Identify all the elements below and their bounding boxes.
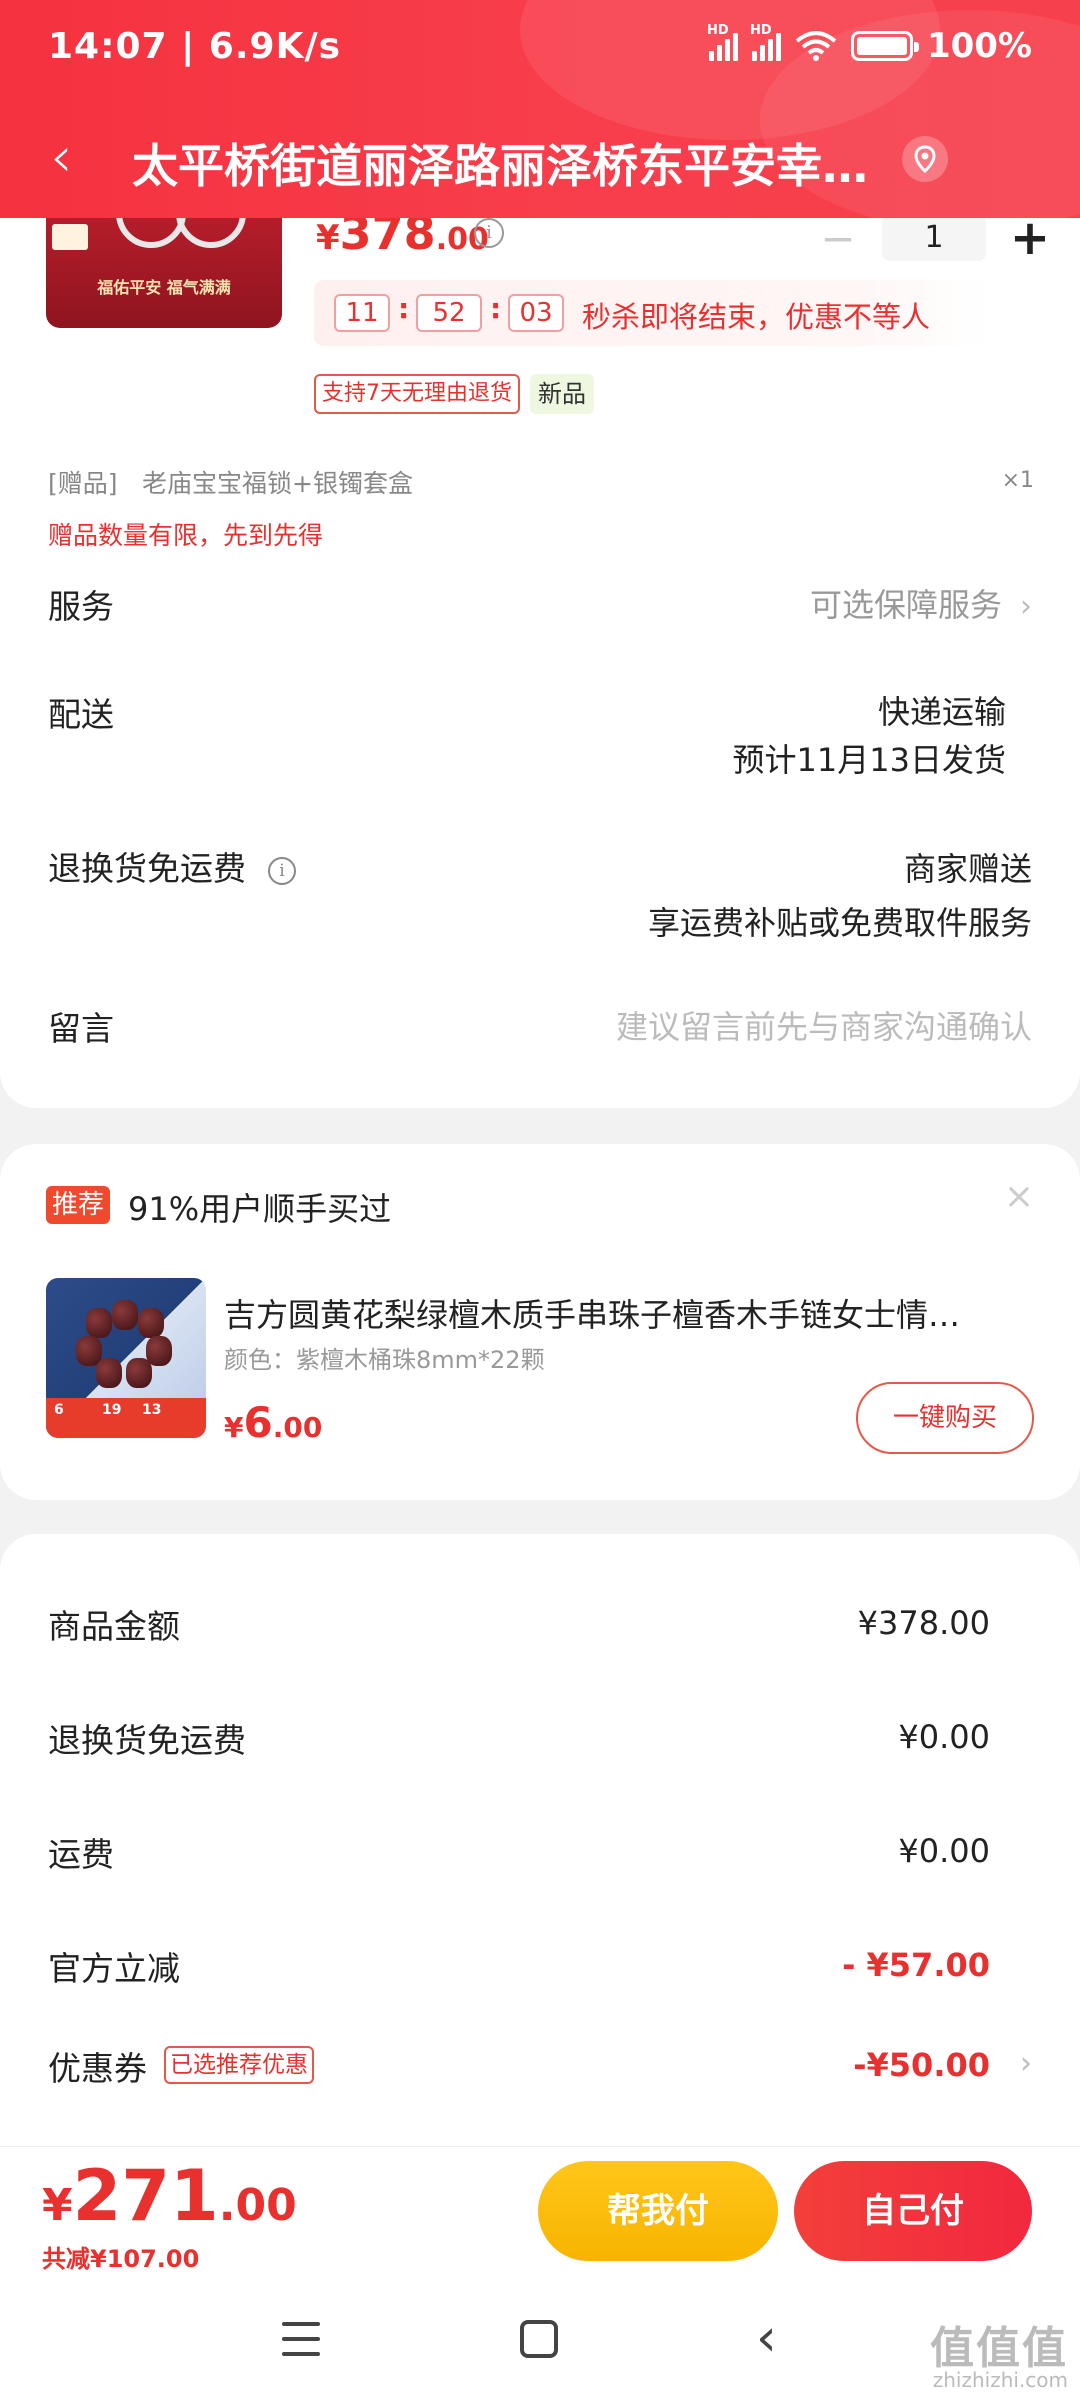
flash-message: 秒杀即将结束，优惠不等人: [582, 300, 931, 334]
menu-icon[interactable]: [282, 2322, 320, 2356]
coupon-selected-tag: 已选推荐优惠: [164, 2046, 314, 2084]
summary-row-shipping: 运费 ¥0.00: [48, 1828, 1032, 1878]
summary-value: ¥378.00: [857, 1604, 990, 1642]
one-click-buy-button[interactable]: 一键购买: [856, 1382, 1034, 1454]
gift-note: 赠品数量有限，先到先得: [48, 521, 324, 550]
gift-name: 老庙宝宝福锁+银镯套盒: [142, 469, 413, 498]
chevron-right-icon: ›: [1020, 589, 1032, 624]
service-value: 可选保障服务 ›: [809, 586, 1032, 624]
message-label: 留言: [48, 1009, 114, 1048]
image-title: 福佑平安 福气满满: [97, 278, 231, 297]
return-shipping-value1: 商家赠送: [903, 850, 1032, 888]
quantity-stepper: − 1 +: [816, 210, 1052, 266]
message-input[interactable]: 建议留言前先与商家沟通确认: [616, 1002, 1032, 1048]
recommend-product-name[interactable]: 吉方圆黄花梨绿檀木质手串珠子檀香木手链女士情…: [224, 1290, 1014, 1336]
summary-value: ¥0.00: [898, 1718, 990, 1756]
delivery-address[interactable]: 太平桥街道丽泽路丽泽桥东平安幸…: [132, 130, 892, 196]
alarm-icon: [589, 31, 619, 61]
back-arrow-icon[interactable]: ‹: [50, 130, 110, 190]
recommend-badge: 推荐: [46, 1186, 111, 1224]
delivery-method: 快递运输: [877, 693, 1006, 731]
summary-label: 退换货免运费: [48, 1721, 246, 1760]
delivery-eta: 预计11月13日发货: [732, 741, 1006, 779]
pay-myself-button[interactable]: 自己付: [794, 2161, 1032, 2261]
summary-row-coupon[interactable]: 优惠券 已选推荐优惠 -¥50.00 ›: [48, 2042, 1032, 2092]
recommend-product-spec: 颜色：紫檀木桶珠8mm*22颗: [224, 1346, 545, 1374]
status-bar: 14:07 | 6.9K/s HD HD 100%: [0, 0, 1080, 100]
message-row[interactable]: 留言 建议留言前先与商家沟通确认: [48, 1002, 1032, 1052]
gift-quantity: ×1: [1001, 468, 1034, 493]
system-back-icon[interactable]: ‹: [756, 2308, 777, 2368]
gift-label: [赠品]: [48, 469, 118, 498]
summary-label: 官方立减: [48, 1949, 180, 1988]
summary-row-official-discount: 官方立减 - ¥57.00: [48, 1942, 1032, 1992]
increase-button[interactable]: +: [1008, 210, 1052, 266]
status-icons: HD HD 100%: [707, 23, 1032, 66]
price-summary-card: 商品金额 ¥378.00 退换货免运费 ¥0.00 运费 ¥0.00 官方立减 …: [0, 1534, 1080, 2154]
countdown-minutes: 52: [416, 294, 482, 332]
summary-label: 运费: [48, 1835, 114, 1874]
price-info-icon[interactable]: i: [474, 218, 504, 248]
info-icon[interactable]: i: [268, 856, 296, 885]
recommend-product-image[interactable]: 6 19 13: [46, 1278, 206, 1438]
hd-label: HD: [749, 23, 772, 38]
signal-icon: HD: [707, 23, 738, 61]
summary-row-return-shipping: 退换货免运费 ¥0.00: [48, 1714, 1032, 1764]
order-card: 福佑平安 福气满满 ¥378.00 i − 1 + 11 : 52 : 03 秒…: [0, 206, 1080, 1108]
location-pin-icon[interactable]: [902, 136, 948, 182]
header: 14:07 | 6.9K/s HD HD 100% ‹ 太平桥街道丽泽路丽泽桥东…: [0, 0, 1080, 218]
recommendation-card: 推荐 91%用户顺手买过 × 6 19 13 吉方圆黄花梨绿檀木质手串珠子檀香木手链…: [0, 1144, 1080, 1500]
return-shipping-value: 商家赠送 享运费补贴或免费取件服务: [648, 842, 1032, 950]
summary-value: ¥0.00: [898, 1832, 990, 1870]
return-policy-tag: 支持7天无理由退货: [314, 374, 520, 414]
close-icon[interactable]: ×: [1004, 1176, 1034, 1217]
quantity-value[interactable]: 1: [882, 215, 986, 261]
delivery-label: 配送: [48, 695, 114, 734]
delivery-value: 快递运输 预计11月13日发货: [733, 688, 1006, 784]
home-icon[interactable]: [520, 2320, 558, 2358]
summary-label: 商品金额: [48, 1607, 180, 1646]
battery-percent: 100%: [926, 26, 1032, 66]
watermark-domain: zhizhizhi.com: [932, 2368, 1068, 2392]
new-product-tag: 新品: [530, 374, 594, 414]
image-badge: [52, 224, 88, 250]
summary-value: - ¥57.00: [842, 1946, 990, 1984]
service-label: 服务: [48, 587, 114, 626]
countdown-hours: 11: [334, 294, 390, 332]
payment-bar: ¥271.00 共减¥107.00 帮我付 自己付: [0, 2146, 1080, 2288]
battery-icon: [850, 31, 919, 61]
signal-icon: HD: [750, 23, 781, 61]
nav-bar: ‹ 太平桥街道丽泽路丽泽桥东平安幸…: [0, 110, 1080, 210]
wifi-icon: [795, 31, 837, 61]
recommend-title: 91%用户顺手买过: [128, 1190, 392, 1228]
total-price: ¥271.00: [42, 2155, 297, 2237]
system-nav-bar: ‹: [0, 2288, 1080, 2400]
summary-label: 优惠券: [48, 2049, 147, 2088]
status-time: 14:07 | 6.9K/s: [48, 26, 342, 67]
recommend-product-price: ¥6.00: [224, 1398, 323, 1447]
decrease-button[interactable]: −: [816, 214, 860, 263]
hd-label: HD: [706, 23, 729, 38]
total-saved: 共减¥107.00: [42, 2245, 200, 2273]
chevron-right-icon: ›: [1020, 2046, 1032, 2081]
help-me-pay-button[interactable]: 帮我付: [538, 2161, 778, 2261]
service-row[interactable]: 服务 可选保障服务 ›: [48, 580, 1032, 630]
return-shipping-label: 退换货免运费 i: [48, 842, 296, 890]
flash-sale-bar: 11 : 52 : 03 秒杀即将结束，优惠不等人: [314, 280, 990, 346]
product-image[interactable]: 福佑平安 福气满满: [46, 218, 282, 328]
watermark-logo: 值值值: [930, 2323, 1068, 2374]
countdown-seconds: 03: [508, 294, 564, 332]
summary-value: -¥50.00: [853, 2046, 990, 2084]
return-shipping-value2: 享运费补贴或免费取件服务: [647, 904, 1032, 942]
delivery-row[interactable]: 配送 快递运输 预计11月13日发货: [48, 688, 1032, 788]
return-shipping-row: 退换货免运费 i 商家赠送 享运费补贴或免费取件服务: [48, 842, 1032, 942]
summary-row-goods: 商品金额 ¥378.00: [48, 1600, 1032, 1650]
